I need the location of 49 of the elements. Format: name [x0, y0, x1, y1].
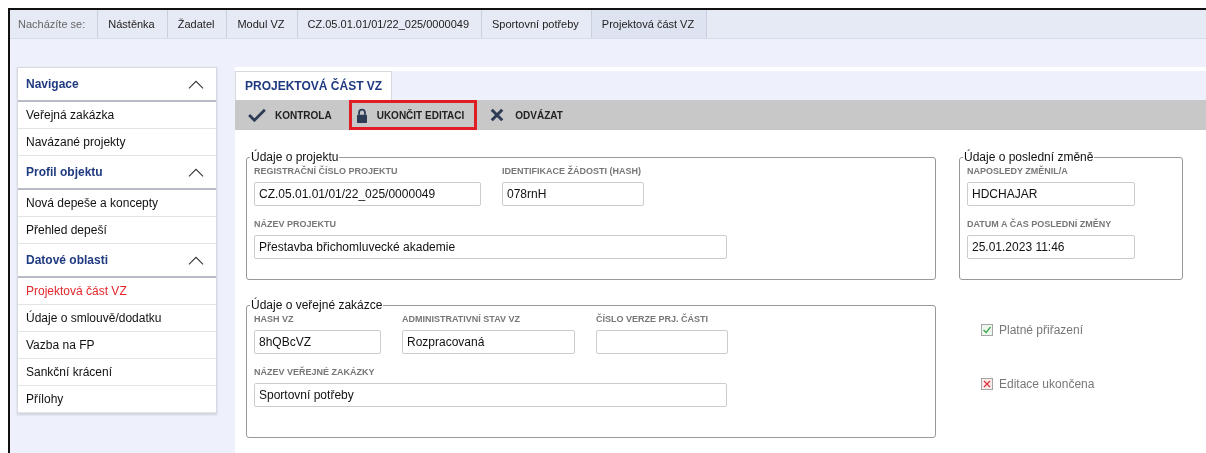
sidebar-item[interactable]: Veřejná zakázka [18, 102, 216, 129]
input-field[interactable]: 25.01.2023 11:46 [967, 235, 1135, 259]
section-header[interactable]: Navigace [18, 68, 216, 102]
chevron-icon [188, 255, 204, 265]
group-title: Údaje o projektu [250, 150, 340, 164]
field-label: NÁZEV VEŘEJNÉ ZAKÁZKY [254, 367, 376, 377]
toolbar-button[interactable]: UKONČIT EDITACI [348, 100, 478, 130]
field-label: ČÍSLO VERZE PRJ. ČÁSTI [596, 314, 710, 324]
sidebar-item[interactable]: Údaje o smlouvě/dodatku [18, 305, 216, 332]
input-field[interactable]: 8hQBcVZ [254, 330, 381, 354]
toolbar-button[interactable]: KONTROLA [241, 100, 345, 130]
field-label: NÁZEV PROJEKTU [254, 219, 337, 229]
input-field[interactable]: HDCHAJAR [967, 182, 1135, 206]
sidebar-item[interactable]: Navázané projekty [18, 129, 216, 156]
sidebar-item[interactable]: Přílohy [18, 386, 216, 413]
input-field[interactable]: Sportovní potřeby [254, 383, 727, 407]
sidebar-item[interactable]: Sankční krácení [18, 359, 216, 386]
input-field[interactable]: CZ.05.01.01/01/22_025/0000049 [254, 182, 481, 206]
input-field[interactable]: Přestavba břichomluvecké akademie [254, 235, 727, 259]
sidebar-item[interactable]: Vazba na FP [18, 332, 216, 359]
lock-icon [355, 107, 368, 123]
sidebar-item[interactable]: Přehled depeší [18, 217, 216, 244]
sidebar-item[interactable]: Nová depeše a koncepty [18, 190, 216, 217]
breadcrumb-link[interactable]: CZ.05.01.01/01/22_025/0000049 [297, 10, 482, 38]
tab[interactable]: PROJEKTOVÁ ČÁST VZ [235, 71, 393, 100]
section-header[interactable]: Profil objektu [18, 156, 216, 190]
group-title: Údaje o veřejné zakázce [250, 298, 384, 312]
input-field[interactable] [596, 330, 728, 354]
section-header[interactable]: Datové oblasti [18, 244, 216, 278]
chevron-icon [188, 167, 204, 177]
breadcrumb-link[interactable]: Modul VZ [227, 10, 298, 38]
field-label: HASH VZ [254, 314, 295, 324]
field-label: ADMINISTRATIVNÍ STAV VZ [402, 314, 521, 324]
breadcrumb-link[interactable]: Sportovní potřeby [482, 10, 592, 38]
input-field[interactable]: 078rnH [502, 182, 644, 206]
check-icon [248, 108, 266, 122]
sidebar-item[interactable]: Projektová část VZ [18, 278, 216, 305]
field-label: NAPOSLEDY ZMĚNIL/A [967, 166, 1069, 176]
breadcrumb-link[interactable]: Projektová část VZ [591, 10, 708, 38]
breadcrumb-link[interactable]: Nástěnka [98, 10, 168, 38]
field-label: DATUM A ČAS POSLEDNÍ ZMĚNY [967, 219, 1113, 229]
input-field[interactable]: Rozpracovaná [402, 330, 575, 354]
group-title: Údaje o poslední změně [963, 150, 1095, 164]
field-label: REGISTRAČNÍ ČÍSLO PROJEKTU [254, 166, 399, 176]
breadcrumb-link[interactable]: Žadatel [167, 10, 228, 38]
chevron-icon [188, 79, 204, 89]
toolbar-button[interactable]: ODVÁZAT [481, 100, 576, 130]
field-label: IDENTIFIKACE ŽÁDOSTI (HASH) [502, 166, 642, 176]
breadcrumb-label: Nacházíte se: [10, 10, 99, 38]
